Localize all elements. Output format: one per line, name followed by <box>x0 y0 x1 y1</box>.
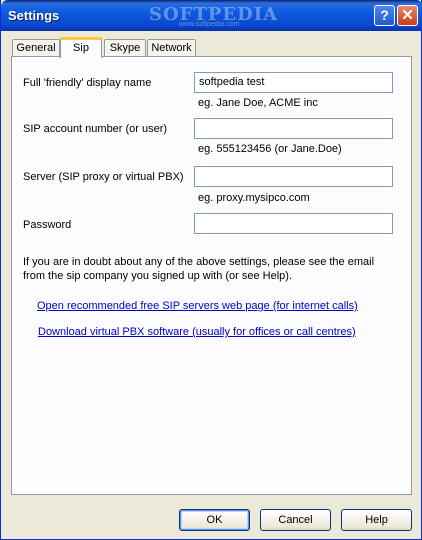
sip-servers-link[interactable]: Open recommended free SIP servers web pa… <box>37 300 358 312</box>
pbx-software-link[interactable]: Download virtual PBX software (usually f… <box>38 326 356 338</box>
password-field[interactable] <box>194 213 393 234</box>
tab-sip[interactable]: Sip <box>60 37 102 58</box>
ok-button[interactable]: OK <box>179 509 250 531</box>
close-icon: ✕ <box>401 7 414 24</box>
tab-general[interactable]: General <box>12 39 60 56</box>
display-name-hint: eg. Jane Doe, ACME inc <box>198 97 318 109</box>
help-note: If you are in doubt about any of the abo… <box>23 256 375 282</box>
tab-network[interactable]: Network <box>147 39 196 56</box>
password-label: Password <box>23 219 72 231</box>
display-name-label: Full 'friendly' display name <box>23 77 152 89</box>
watermark-url: www.softpedia.com <box>179 21 240 28</box>
question-icon: ? <box>380 7 389 23</box>
cancel-button[interactable]: Cancel <box>260 509 331 531</box>
account-hint: eg. 555123456 (or Jane.Doe) <box>198 143 342 155</box>
display-name-field[interactable]: softpedia test <box>194 72 393 93</box>
account-field[interactable] <box>194 118 393 139</box>
close-button[interactable]: ✕ <box>397 5 418 26</box>
account-label: SIP account number (or user) <box>23 123 168 135</box>
server-label: Server (SIP proxy or virtual PBX) <box>23 171 184 183</box>
tab-skype[interactable]: Skype <box>104 39 146 56</box>
title-bar[interactable]: Settings SOFTPEDIA www.softpedia.com ? ✕ <box>1 0 422 31</box>
server-hint: eg. proxy.mysipco.com <box>198 192 310 204</box>
settings-window: Settings SOFTPEDIA www.softpedia.com ? ✕… <box>0 0 422 540</box>
help-title-button[interactable]: ? <box>374 5 395 26</box>
window-title: Settings <box>8 8 60 23</box>
help-button[interactable]: Help <box>341 509 412 531</box>
server-field[interactable] <box>194 166 393 187</box>
